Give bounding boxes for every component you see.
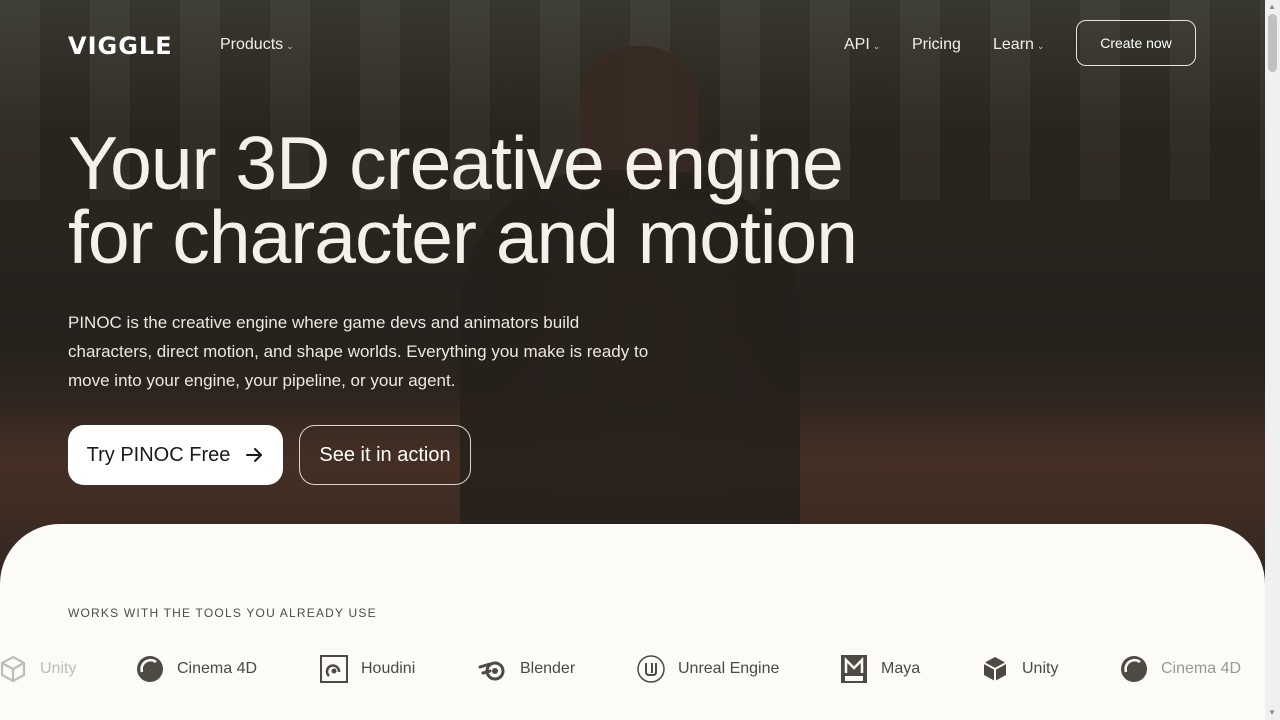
unreal-engine-icon bbox=[637, 655, 665, 683]
tool-blender: Blender bbox=[478, 651, 575, 687]
tool-unity: Unity bbox=[0, 651, 76, 687]
nav-api[interactable]: API ⌄ bbox=[844, 36, 880, 54]
blender-icon bbox=[478, 661, 505, 681]
chevron-down-icon: ⌄ bbox=[286, 40, 294, 51]
tool-maya: Maya bbox=[839, 651, 920, 687]
tool-label: Maya bbox=[881, 660, 921, 677]
nav-products[interactable]: Products ⌄ bbox=[220, 36, 294, 54]
tool-label: Unity bbox=[40, 660, 77, 677]
nav-learn[interactable]: Learn ⌄ bbox=[993, 36, 1044, 54]
see-in-action-button[interactable]: See it in action bbox=[299, 425, 471, 485]
maya-icon bbox=[841, 655, 867, 683]
tool-cinema4d: Cinema 4D bbox=[135, 651, 257, 687]
tool-unreal-engine: Unreal Engine bbox=[636, 651, 779, 687]
tool-label: Cinema 4D bbox=[1161, 660, 1242, 677]
integrations-heading: WORKS WITH THE TOOLS YOU ALREADY USE bbox=[68, 606, 377, 620]
scroll-down-icon[interactable]: ▼ bbox=[1268, 708, 1276, 717]
tool-unity: Unity bbox=[980, 651, 1058, 687]
scroll-up-icon[interactable]: ▲ bbox=[1268, 2, 1276, 11]
unity-icon bbox=[983, 657, 1007, 681]
arrow-right-icon bbox=[246, 448, 263, 462]
tool-label: Unreal Engine bbox=[678, 660, 780, 677]
tool-label: Unity bbox=[1022, 660, 1059, 677]
tool-houdini: Houdini bbox=[319, 651, 415, 687]
unity-icon bbox=[0, 655, 26, 683]
integrations-panel: WORKS WITH THE TOOLS YOU ALREADY USE Uni… bbox=[0, 524, 1265, 720]
cinema4d-icon bbox=[137, 656, 163, 682]
tool-label: Cinema 4D bbox=[177, 660, 258, 677]
tool-label: Blender bbox=[520, 660, 576, 677]
top-nav: VIGGLE Products ⌄ API ⌄ Pricing Learn ⌄ … bbox=[0, 20, 1265, 68]
tool-label: Houdini bbox=[361, 660, 416, 677]
hero-title-line2: for character and motion bbox=[68, 195, 858, 279]
try-free-label: Try PINOC Free bbox=[86, 443, 231, 466]
chevron-down-icon: ⌄ bbox=[872, 40, 881, 51]
nav-learn-label: Learn bbox=[993, 36, 1034, 53]
chevron-down-icon: ⌄ bbox=[1036, 40, 1045, 51]
hero-description: PINOC is the creative engine where game … bbox=[68, 313, 649, 390]
nav-pricing[interactable]: Pricing bbox=[912, 36, 961, 54]
scrollbar-thumb[interactable] bbox=[1268, 14, 1277, 72]
nav-pricing-label: Pricing bbox=[912, 36, 961, 53]
cinema4d-icon bbox=[1121, 656, 1147, 682]
hero-section: VIGGLE Products ⌄ API ⌄ Pricing Learn ⌄ … bbox=[0, 0, 1265, 720]
scrollbar-track[interactable] bbox=[1265, 0, 1280, 720]
nav-products-label: Products bbox=[220, 36, 284, 53]
create-now-button[interactable]: Create now bbox=[1076, 20, 1196, 66]
hero-title-line1: Your 3D creative engine bbox=[68, 121, 844, 205]
logo[interactable]: VIGGLE bbox=[68, 32, 173, 60]
try-free-button[interactable]: Try PINOC Free bbox=[68, 425, 283, 485]
tool-cinema4d: Cinema 4D bbox=[1119, 651, 1241, 687]
hero-title: Your 3D creative engine for character an… bbox=[68, 126, 858, 275]
nav-api-label: API bbox=[844, 36, 870, 53]
houdini-icon bbox=[320, 655, 348, 683]
tools-row: Unity Cinema 4D Houdini Blender Unreal E… bbox=[0, 651, 1265, 687]
